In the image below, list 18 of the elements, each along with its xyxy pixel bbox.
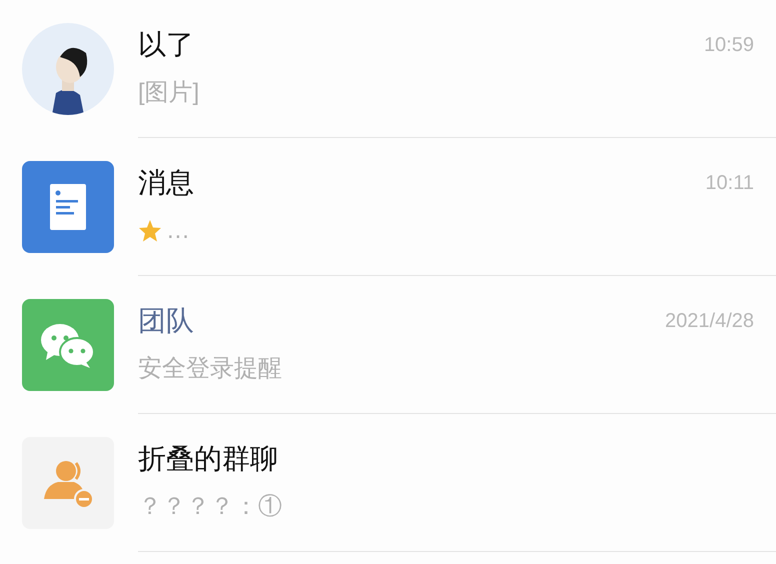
chat-title: 以了: [138, 28, 194, 62]
chat-bubbles-icon: [22, 299, 114, 391]
chat-title: 消息: [138, 166, 194, 200]
chat-preview: [图片]: [138, 78, 200, 108]
chat-row[interactable]: 折叠的群聊 ？？？？：①: [0, 414, 776, 552]
chat-time: 10:59: [704, 32, 754, 58]
chat-row[interactable]: 团队 2021/4/28 安全登录提醒: [0, 276, 776, 414]
chat-time: 10:11: [705, 170, 754, 196]
chat-row[interactable]: 以了 10:59 [图片]: [0, 0, 776, 138]
chat-title: 团队: [138, 304, 194, 338]
chat-row[interactable]: 消息 10:11 …: [0, 138, 776, 276]
chat-preview: …: [166, 216, 190, 246]
chat-time: 2021/4/28: [665, 308, 754, 334]
chat-preview: ？？？？：①: [138, 492, 282, 522]
document-icon: [22, 161, 114, 253]
chat-preview: 安全登录提醒: [138, 354, 282, 384]
group-icon: [22, 437, 114, 529]
chat-title: 折叠的群聊: [138, 442, 278, 476]
